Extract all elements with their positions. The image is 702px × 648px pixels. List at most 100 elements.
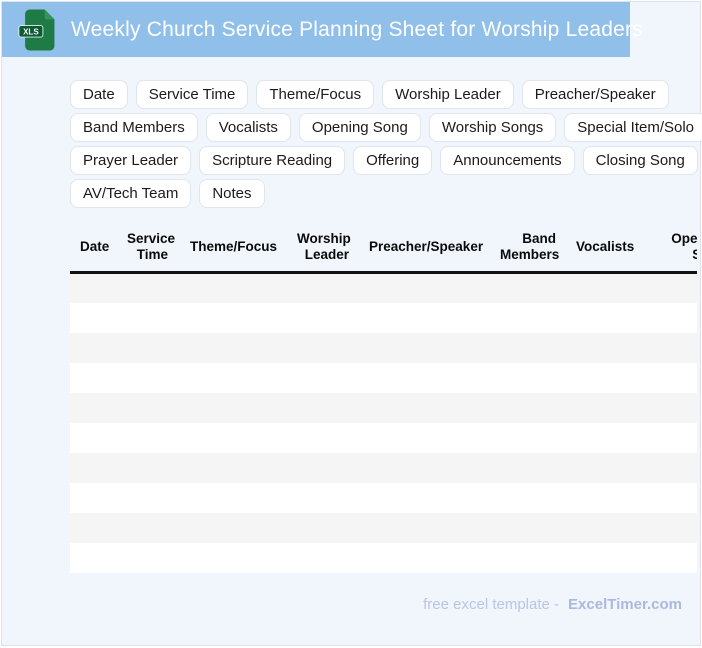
planning-table: Date Service Time Theme/Focus Worship Leade…: [70, 224, 697, 573]
table-cell: [287, 303, 359, 333]
table-cell: [490, 543, 566, 573]
field-chip[interactable]: Notes: [199, 179, 265, 208]
table-cell: [490, 483, 566, 513]
table-cell: [359, 273, 490, 303]
table-cell: [490, 333, 566, 363]
field-chip[interactable]: Vocalists: [205, 113, 291, 142]
table-cell: [359, 303, 490, 333]
field-chip[interactable]: Prayer Leader: [70, 146, 192, 175]
field-chip[interactable]: Worship Leader: [382, 80, 514, 109]
table-row: [70, 272, 697, 303]
table-cell: [359, 513, 490, 543]
table-cell: [566, 273, 636, 303]
table-cell: [178, 333, 287, 363]
table-cell: [636, 363, 697, 393]
table-cell: [636, 273, 697, 303]
table-row: [70, 482, 697, 513]
column-header: Worship Leader: [287, 224, 359, 274]
table-cell: [566, 453, 636, 483]
field-chip[interactable]: Special Item/Solo: [564, 113, 702, 142]
footer-brand-link[interactable]: ExcelTimer.com: [568, 596, 682, 613]
table-row: [70, 392, 697, 423]
column-header: Vocalists: [566, 224, 636, 274]
field-chip[interactable]: Offering: [353, 146, 433, 175]
table-cell: [636, 393, 697, 423]
field-chip[interactable]: AV/Tech Team: [70, 179, 192, 208]
table-cell: [359, 543, 490, 573]
table-cell: [490, 303, 566, 333]
table-cell: [636, 303, 697, 333]
table-cell: [70, 363, 117, 393]
table-cell: [178, 273, 287, 303]
table-cell: [359, 423, 490, 453]
field-chip[interactable]: Theme/Focus: [256, 80, 375, 109]
table-cell: [178, 543, 287, 573]
table-cell: [566, 363, 636, 393]
column-header: Date: [70, 224, 117, 274]
table-cell: [359, 363, 490, 393]
table-cell: [117, 453, 178, 483]
table-cell: [636, 333, 697, 363]
field-chip[interactable]: Service Time: [135, 80, 249, 109]
table-cell: [117, 483, 178, 513]
table-cell: [70, 393, 117, 423]
table-cell: [70, 423, 117, 453]
table-cell: [359, 333, 490, 363]
field-chips: Date Service Time Theme/Focus Worship Leade…: [70, 80, 702, 208]
table-cell: [117, 303, 178, 333]
column-header: Theme/Focus: [178, 224, 287, 274]
table-cell: [117, 423, 178, 453]
table-cell: [490, 423, 566, 453]
table-cell: [117, 333, 178, 363]
table-cell: [490, 513, 566, 543]
table-cell: [490, 393, 566, 423]
xls-icon-label: XLS: [23, 27, 39, 36]
field-chip[interactable]: Scripture Reading: [199, 146, 346, 175]
table-cell: [636, 453, 697, 483]
template-card: XLS Weekly Church Service Planning Sheet…: [1, 1, 702, 646]
field-chip[interactable]: Preacher/Speaker: [521, 80, 669, 109]
page-title: Weekly Church Service Planning Sheet for…: [71, 17, 643, 41]
field-chip[interactable]: Announcements: [440, 146, 575, 175]
table-cell: [566, 333, 636, 363]
table-cell: [287, 513, 359, 543]
table-cell: [636, 513, 697, 543]
table-cell: [359, 483, 490, 513]
field-chip[interactable]: Closing Song: [582, 146, 698, 175]
table-cell: [178, 363, 287, 393]
column-header: Band Members: [490, 224, 566, 274]
table-cell: [70, 453, 117, 483]
title-bar: XLS Weekly Church Service Planning Sheet…: [2, 2, 643, 57]
table-cell: [636, 543, 697, 573]
field-chip[interactable]: Date: [70, 80, 128, 109]
footer: free excel template - ExcelTimer.com: [423, 596, 682, 613]
table-row: [70, 362, 697, 393]
table-row: [70, 452, 697, 483]
field-chip[interactable]: Worship Songs: [428, 113, 557, 142]
table-cell: [287, 423, 359, 453]
table-row: [70, 302, 697, 333]
table-cell: [287, 333, 359, 363]
table-cell: [490, 453, 566, 483]
column-header: Service Time: [117, 224, 178, 274]
table-cell: [70, 513, 117, 543]
table-cell: [70, 273, 117, 303]
table-cell: [70, 303, 117, 333]
table-cell: [287, 543, 359, 573]
table-cell: [287, 273, 359, 303]
field-chip[interactable]: Opening Song: [298, 113, 421, 142]
table-cell: [287, 393, 359, 423]
table-cell: [287, 483, 359, 513]
column-header: Opening Song: [636, 224, 697, 274]
table-header-row: Date Service Time Theme/Focus Worship Leade…: [70, 224, 697, 274]
table-row: [70, 422, 697, 453]
footer-text: free excel template -: [423, 596, 560, 613]
table-body: [70, 272, 697, 573]
field-chip[interactable]: Band Members: [70, 113, 198, 142]
table-cell: [178, 303, 287, 333]
table-cell: [566, 423, 636, 453]
table-cell: [566, 543, 636, 573]
table-cell: [70, 333, 117, 363]
table-cell: [117, 273, 178, 303]
table-cell: [636, 483, 697, 513]
